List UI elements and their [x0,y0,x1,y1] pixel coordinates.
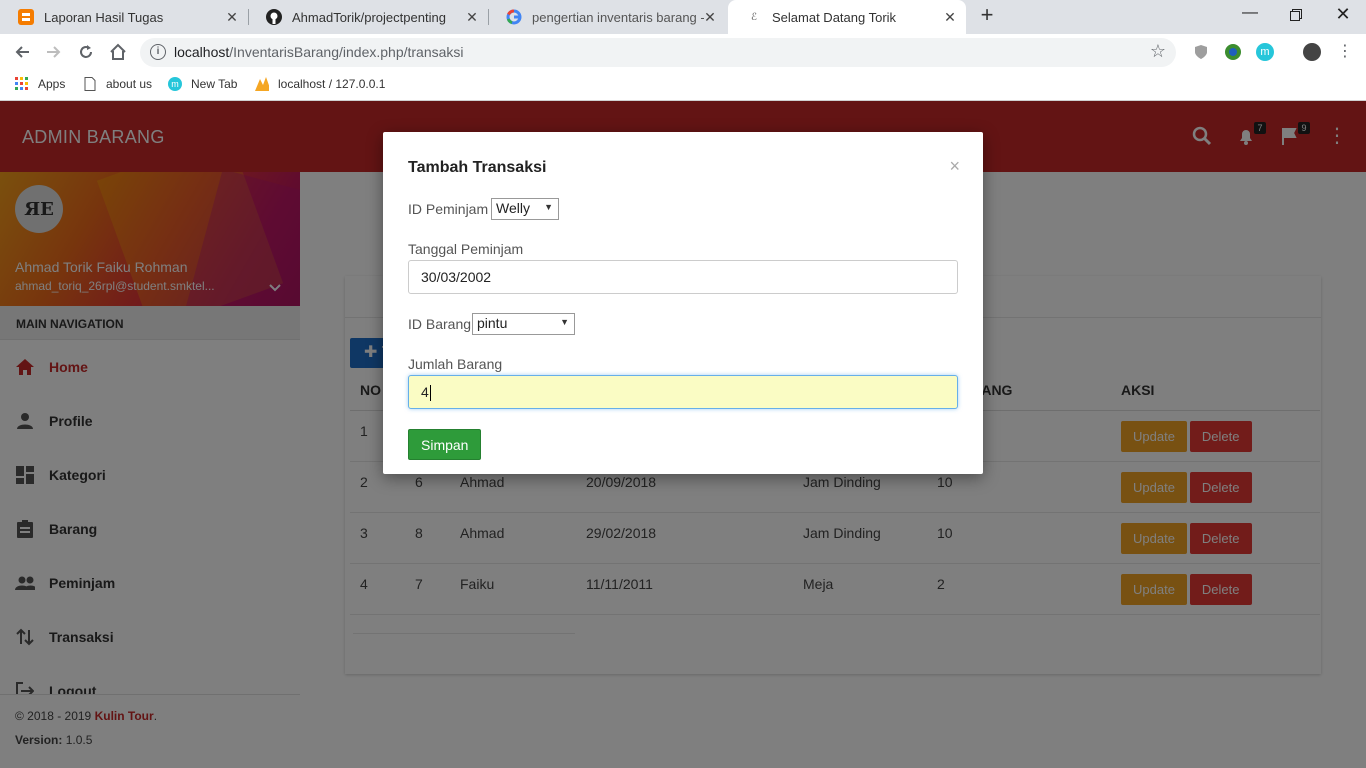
dropdown-arrow-icon: ▼ [544,202,553,212]
github-icon [266,9,282,25]
info-icon[interactable]: i [150,44,166,60]
browser-tabstrip: Laporan Hasil Tugas ✕ AhmadTorik/project… [0,0,1366,34]
apps-grid-icon [15,77,28,90]
close-icon[interactable]: ✕ [942,9,958,26]
tanggal-label: Tanggal Peminjam [408,241,524,257]
tab-label: pengertian inventaris barang - G [532,9,704,25]
close-icon[interactable]: ✕ [464,9,480,26]
browser-toolbar: i localhost/InventarisBarang/index.php/t… [0,34,1366,70]
phpmyadmin-icon [255,77,269,91]
address-bar[interactable]: i localhost/InventarisBarang/index.php/t… [140,38,1176,67]
bookmark-label: Apps [38,77,66,91]
bookmark-label: localhost / 127.0.0.1 [278,77,386,91]
simpan-button[interactable]: Simpan [408,429,482,460]
close-icon[interactable]: ✕ [702,9,718,26]
id-peminjam-select[interactable]: Welly ▼ [491,198,559,220]
shield-extension-icon[interactable] [1192,43,1210,61]
id-peminjam-label: ID Peminjam [408,201,489,217]
close-icon[interactable]: ✕ [224,9,240,26]
m-extension-icon[interactable]: m [1256,43,1274,61]
bookmarks-bar: Apps about us m New Tab localhost / 127.… [0,70,1366,101]
tab-label: Selamat Datang Torik [772,9,897,25]
document-icon [84,77,96,91]
profile-avatar[interactable] [1303,43,1321,61]
dropdown-arrow-icon: ▼ [560,317,569,327]
bookmark-label: New Tab [191,77,238,91]
bookmark-localhost[interactable]: localhost / 127.0.0.1 [255,77,385,91]
globe-extension-icon[interactable] [1224,43,1242,61]
page-icon: ℰ [750,11,758,23]
close-icon[interactable]: × [949,156,960,177]
back-icon[interactable] [11,41,33,63]
restore-icon[interactable] [1284,4,1308,28]
jumlah-label: Jumlah Barang [408,356,503,372]
input-value: 30/03/2002 [421,269,492,285]
reload-icon[interactable] [75,41,97,63]
tanggal-input[interactable]: 30/03/2002 [408,260,958,294]
forward-icon[interactable] [43,41,65,63]
input-value: 4 [421,384,429,400]
bookmark-about-us[interactable]: about us [83,77,152,91]
tab-label: AhmadTorik/projectpenting [292,9,446,25]
browser-tab[interactable]: pengertian inventaris barang - G ✕ [488,0,726,34]
chrome-menu-icon[interactable]: ⋮ [1334,41,1356,63]
browser-tab[interactable]: AhmadTorik/projectpenting ✕ [248,0,488,34]
home-browser-icon[interactable] [107,41,129,63]
browser-tab-active[interactable]: ℰ Selamat Datang Torik ✕ [728,0,966,34]
bookmark-star-icon[interactable]: ☆ [1150,41,1166,62]
tab-label: Laporan Hasil Tugas [44,9,164,25]
id-barang-label: ID Barang [408,316,472,332]
google-icon [506,9,522,25]
bookmark-apps[interactable]: Apps [15,77,65,91]
id-barang-select[interactable]: pintu ▼ [472,313,575,335]
window-close-icon[interactable]: ✕ [1331,4,1355,28]
select-value: Welly [496,200,530,216]
modal-title: Tambah Transaksi [408,159,547,176]
new-tab-icon[interactable]: + [976,4,998,27]
bookmark-label: about us [106,77,153,91]
tambah-transaksi-modal: Tambah Transaksi × ID Peminjam Welly ▼ T… [383,132,983,474]
jumlah-input[interactable]: 4 [408,375,958,409]
url-text: localhost/InventarisBarang/index.php/tra… [174,44,464,60]
blogger-icon [18,9,34,25]
m-icon: m [168,77,182,91]
bookmark-new-tab[interactable]: m New Tab [168,77,237,91]
minimize-icon[interactable]: — [1238,4,1262,28]
text-caret [429,385,431,402]
select-value: pintu [477,315,508,331]
browser-tab[interactable]: Laporan Hasil Tugas ✕ [0,0,248,34]
